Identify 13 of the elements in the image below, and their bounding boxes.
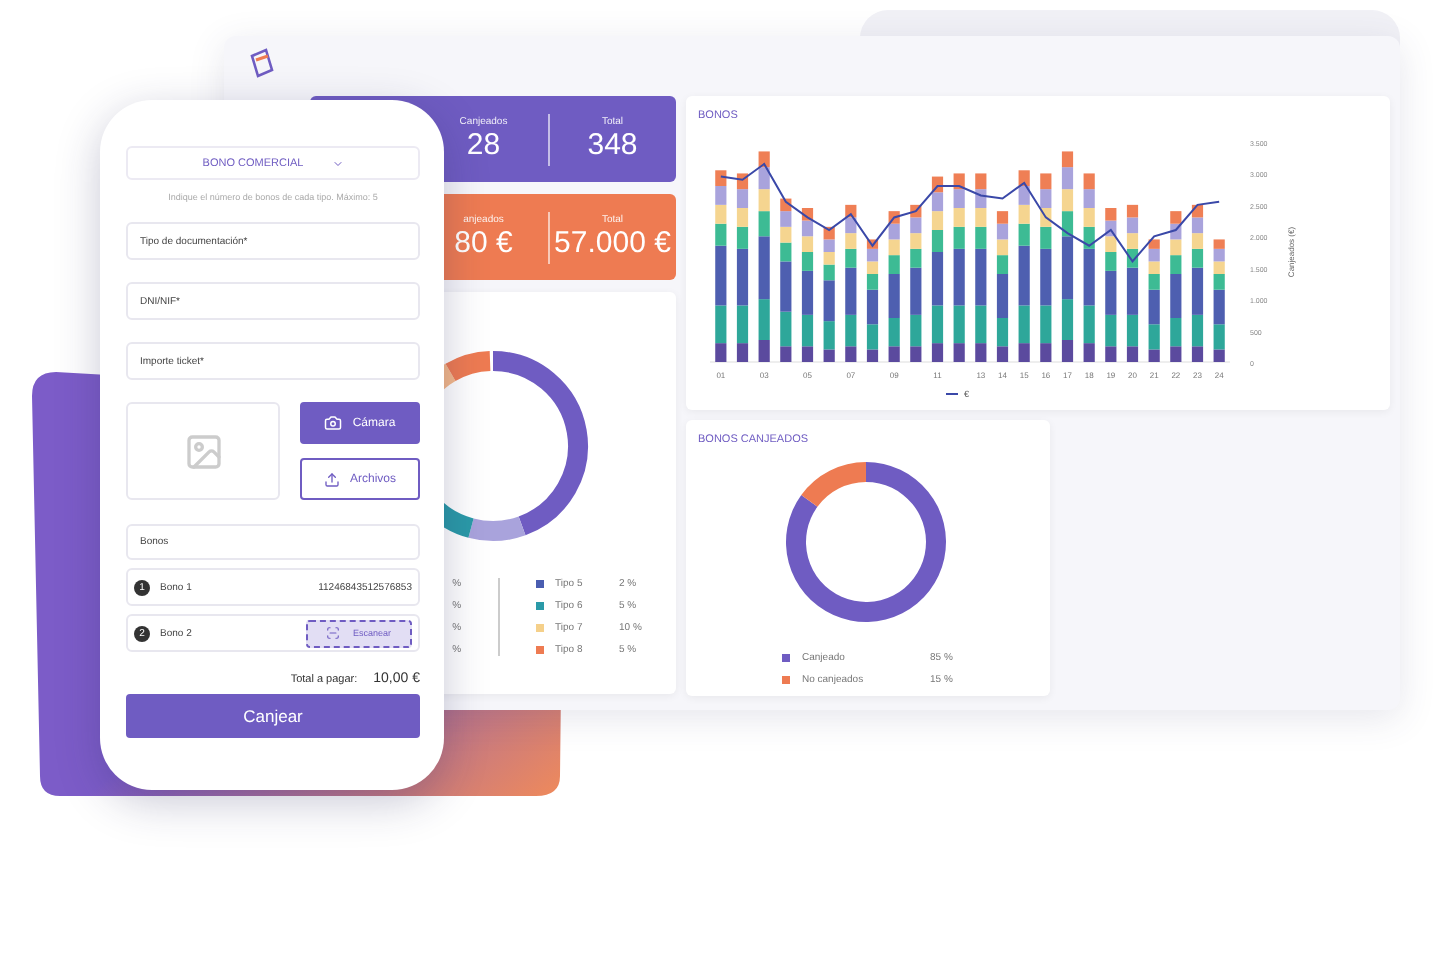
- image-icon: [183, 431, 223, 471]
- legend-swatch: [782, 654, 790, 662]
- chevron-down-icon: [331, 157, 344, 169]
- legend-swatch: [782, 676, 790, 684]
- logo-icon: [248, 48, 276, 80]
- stat-value: 80 €: [454, 226, 513, 260]
- submit-button[interactable]: Canjear: [126, 694, 420, 738]
- scan-icon: [326, 626, 341, 640]
- camera-icon: [324, 414, 343, 432]
- stat-value: 348: [587, 128, 638, 162]
- upload-icon: [323, 471, 340, 487]
- stat-value: 57.000 €: [554, 226, 671, 260]
- stat-value: 28: [466, 128, 501, 162]
